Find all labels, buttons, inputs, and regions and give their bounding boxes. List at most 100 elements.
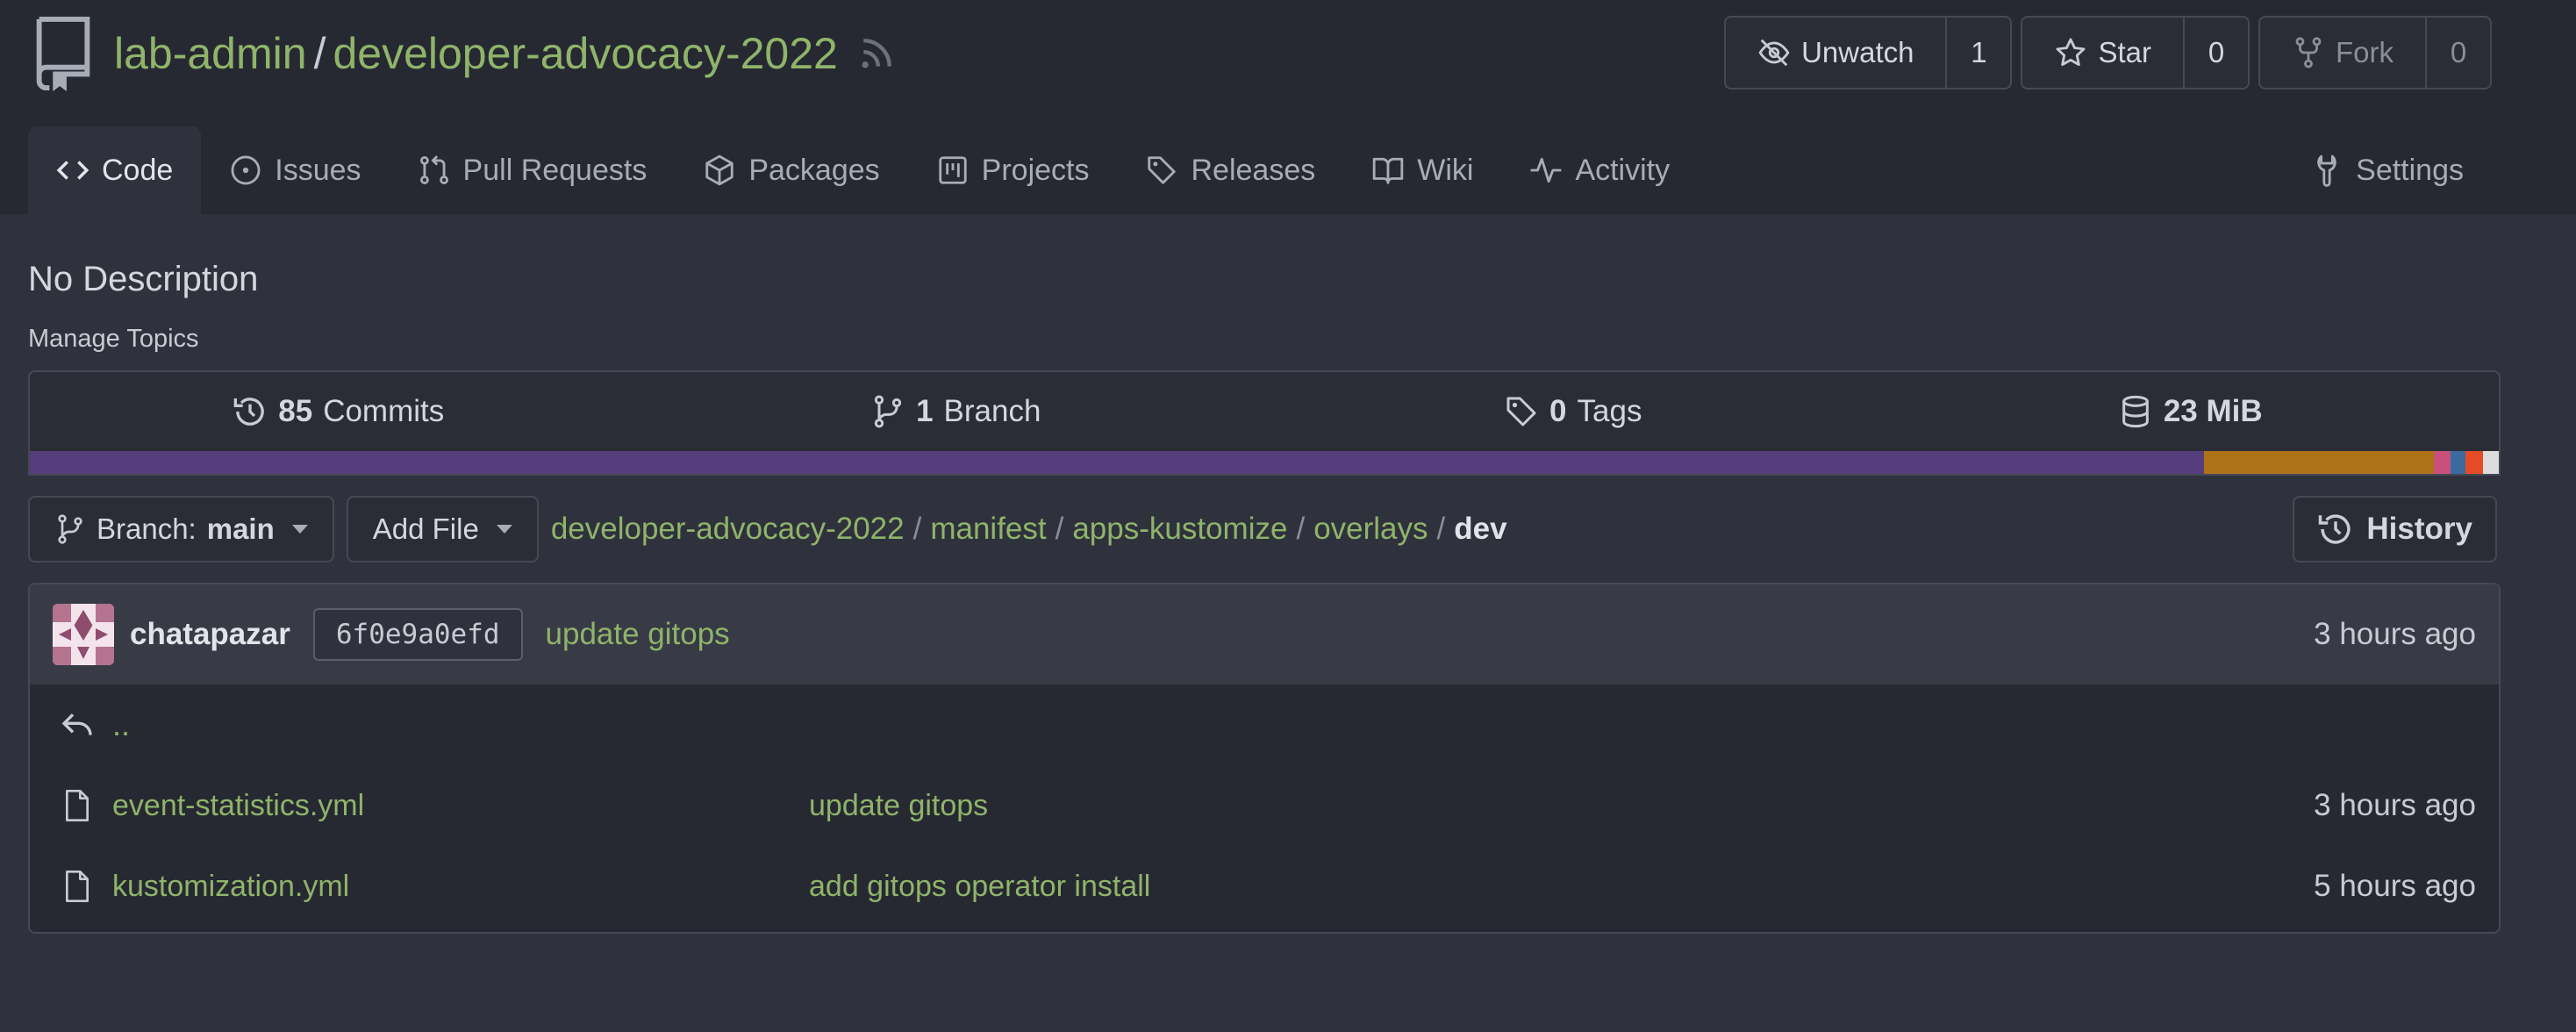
tab-wiki[interactable]: Wiki [1343,126,1501,214]
file-name-link[interactable]: event-statistics.yml [112,789,809,823]
tab-releases-label: Releases [1191,153,1316,187]
tab-issues[interactable]: Issues [201,126,389,214]
breadcrumb-item[interactable]: developer-advocacy-2022 [551,512,905,547]
tab-wiki-label: Wiki [1417,153,1474,187]
avatar[interactable] [53,604,114,665]
parent-directory-row[interactable]: .. [30,684,2499,765]
branches-count: 1 [916,394,934,428]
tab-releases[interactable]: Releases [1117,126,1343,214]
tool-icon [2317,154,2336,187]
eye-slash-icon [1758,39,1790,67]
book-icon [1372,157,1404,184]
star-label: Star [2098,36,2151,68]
tab-projects[interactable]: Projects [908,126,1118,214]
commit-time: 3 hours ago [2314,617,2476,651]
breadcrumb-item[interactable]: apps-kustomize [1072,512,1287,547]
tab-activity-label: Activity [1575,153,1671,187]
star-button-group: Star 0 [2021,16,2250,90]
repo-actions: Unwatch 1 Star 0 Fork 0 [1724,16,2492,90]
tab-settings-label: Settings [2356,153,2464,187]
reply-arrow-icon [61,713,92,735]
tab-pull-requests-label: Pull Requests [462,153,648,187]
tags-count: 0 [1549,394,1567,428]
branch-selector[interactable]: Branch: main [28,496,334,563]
commits-label: Commits [323,394,445,428]
repo-title-separator: / [313,29,326,78]
tag-icon [1506,397,1536,426]
file-commit-time: 5 hours ago [2314,869,2476,903]
watch-button-group: Unwatch 1 [1724,16,2013,90]
tags-stat[interactable]: 0 Tags [1264,394,1882,429]
file-list: chatapazar 6f0e9a0efd update gitops 3 ho… [28,583,2501,934]
tag-icon [1148,156,1177,184]
repo-tabs: Code Issues Pull Requests Packages Proje… [28,126,2576,214]
add-file-dropdown[interactable]: Add File [346,496,539,563]
breadcrumb: developer-advocacy-2022 / manifest / app… [551,512,1507,547]
tab-code[interactable]: Code [28,126,202,214]
repo-stats: 85 Commits 1 Branch 0 Tags 23 MiB [28,370,2501,476]
add-file-label: Add File [372,512,479,545]
database-icon [2122,395,2149,428]
branch-icon [58,514,82,544]
branch-selector-prefix: Branch: [97,512,197,545]
tags-label: Tags [1577,394,1642,428]
tab-settings[interactable]: Settings [2282,126,2492,214]
commit-message[interactable]: update gitops [546,617,730,652]
star-icon [2057,38,2086,67]
tab-projects-label: Projects [981,153,1090,187]
stars-count[interactable]: 0 [2185,18,2248,88]
commits-stat[interactable]: 85 Commits [30,394,648,429]
file-icon [66,790,89,821]
breadcrumb-separator: / [1436,512,1446,546]
tab-code-label: Code [102,153,174,187]
manage-topics-link[interactable]: Manage Topics [28,325,199,354]
star-button[interactable]: Star [2022,18,2185,88]
repo-size: 23 MiB [2163,394,2263,428]
file-commit-message[interactable]: add gitops operator install [809,870,1150,904]
unwatch-button[interactable]: Unwatch [1726,18,1948,88]
tab-packages[interactable]: Packages [675,126,907,214]
forks-count[interactable]: 0 [2427,18,2490,88]
breadcrumb-current: dev [1454,512,1507,546]
language-segment[interactable] [2450,451,2465,474]
language-segment[interactable] [30,451,2204,474]
commit-author[interactable]: chatapazar [130,617,290,652]
language-segment[interactable] [2483,451,2499,474]
breadcrumb-separator: / [912,512,922,546]
fork-icon [2295,37,2322,68]
tab-packages-label: Packages [748,153,880,187]
code-icon [56,161,89,180]
table-row: event-statistics.yml update gitops 3 hou… [30,765,2499,846]
repo-name-link[interactable]: developer-advocacy-2022 [333,28,837,79]
file-icon [66,871,89,902]
latest-commit-bar: chatapazar 6f0e9a0efd update gitops 3 ho… [30,584,2499,684]
size-stat: 23 MiB [1882,394,2500,429]
branches-stat[interactable]: 1 Branch [648,394,1265,429]
branch-selector-value: main [206,512,275,545]
history-icon [233,398,265,426]
history-button[interactable]: History [2293,496,2497,563]
tab-activity[interactable]: Activity [1501,126,1698,214]
branch-icon [874,395,902,428]
fork-label: Fork [2336,36,2394,68]
language-segment[interactable] [2203,451,2434,474]
chevron-down-icon [291,525,308,534]
file-nav-row: Branch: main Add File developer-advocacy… [28,496,2497,563]
fork-button[interactable]: Fork [2260,18,2427,88]
file-name-link[interactable]: kustomization.yml [112,870,809,904]
tab-issues-label: Issues [275,153,361,187]
breadcrumb-item[interactable]: manifest [930,512,1046,547]
rss-feed-icon[interactable] [857,34,896,73]
file-commit-message[interactable]: update gitops [809,789,988,823]
repo-owner-link[interactable]: lab-admin [114,28,307,79]
tab-pull-requests[interactable]: Pull Requests [390,126,676,214]
watchers-count[interactable]: 1 [1947,18,2010,88]
breadcrumb-item[interactable]: overlays [1313,512,1428,547]
breadcrumb-separator: / [1055,512,1064,546]
file-commit-time: 3 hours ago [2314,788,2476,822]
commit-sha[interactable]: 6f0e9a0efd [312,608,523,661]
language-segment[interactable] [2433,451,2451,474]
language-segment[interactable] [2465,451,2484,474]
language-bar[interactable] [30,451,2499,474]
parent-directory-link[interactable]: .. [112,706,130,743]
